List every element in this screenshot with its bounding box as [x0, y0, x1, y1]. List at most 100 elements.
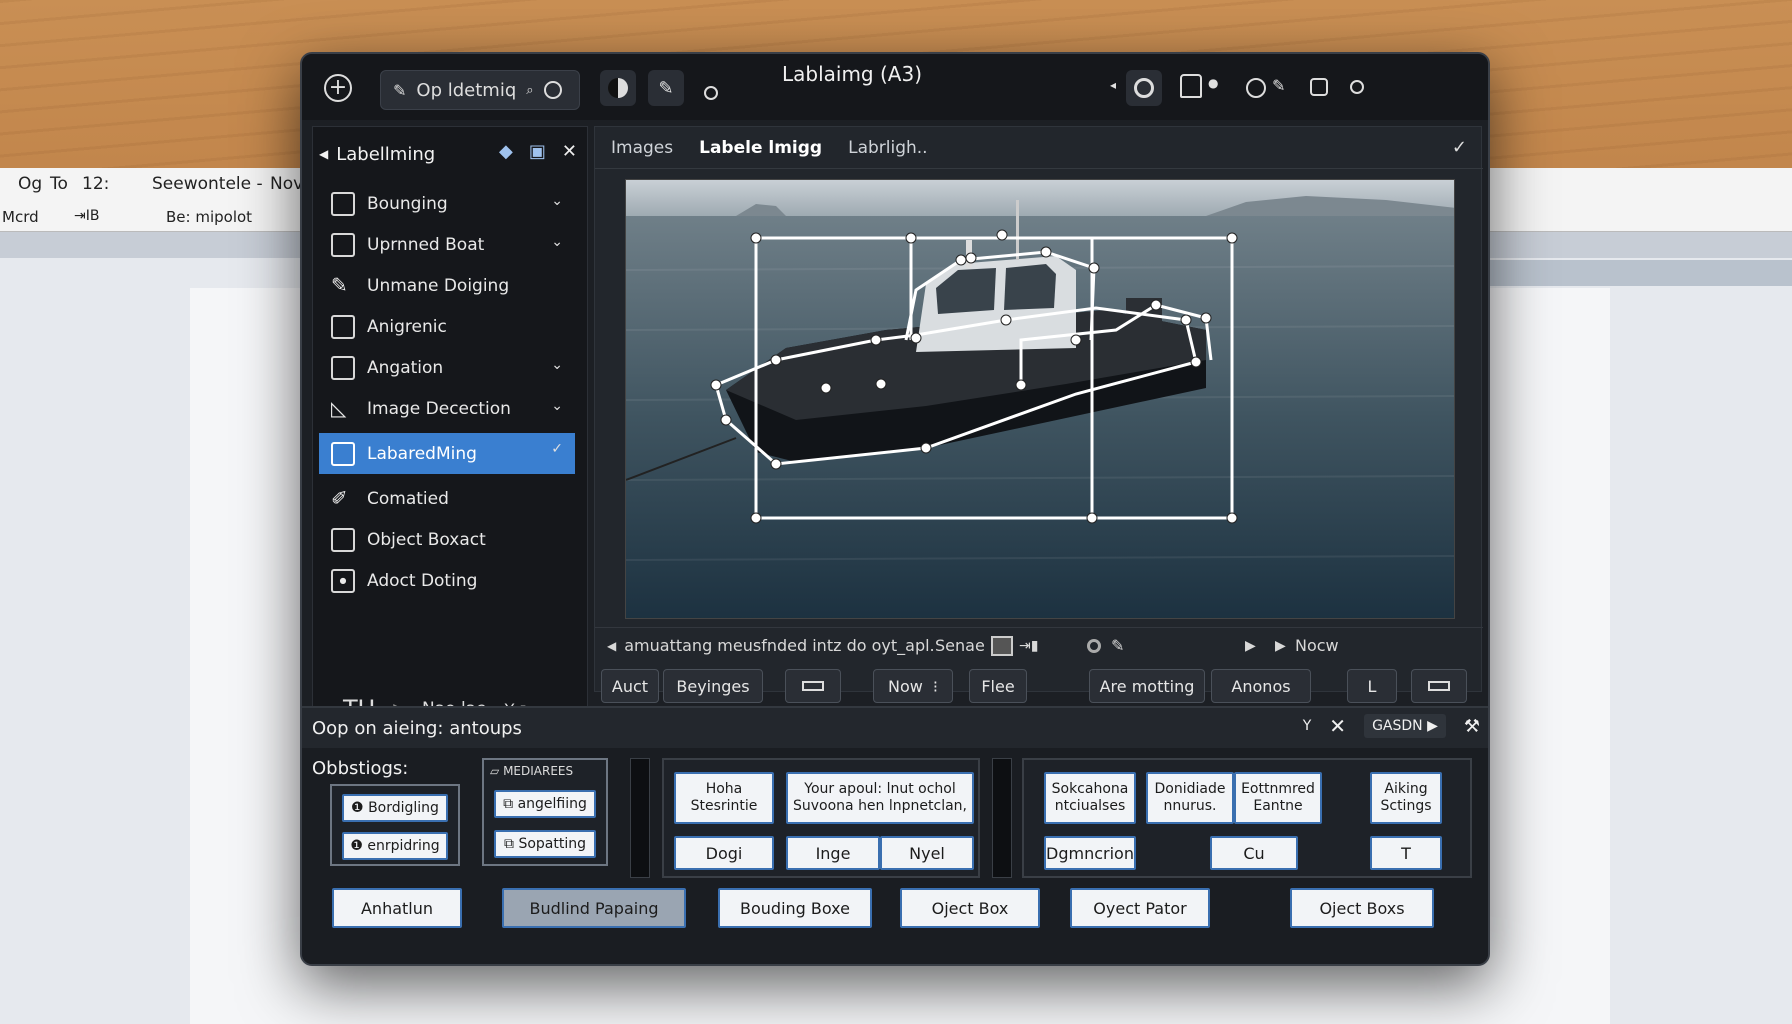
- rectangle-icon: [802, 681, 824, 691]
- sidebar-title: Labellming: [336, 143, 436, 165]
- target-icon[interactable]: [1126, 70, 1162, 106]
- t-button[interactable]: T: [1370, 836, 1442, 870]
- contrast-icon[interactable]: [600, 70, 636, 106]
- close-icon[interactable]: ✕: [1329, 714, 1346, 738]
- sokcahona-button[interactable]: Sokcahona ntciualses: [1044, 772, 1136, 824]
- chevron-down-icon[interactable]: ⌄: [551, 398, 563, 414]
- aiking-sctings-button[interactable]: Aiking Sctings: [1370, 772, 1442, 824]
- button-label: enrpidring: [367, 837, 440, 854]
- anonos-button[interactable]: Anonos: [1211, 669, 1311, 703]
- bag-icon[interactable]: [1180, 74, 1202, 98]
- check-icon[interactable]: ✓: [551, 441, 563, 457]
- sidebar-item-unmane-doiging[interactable]: ✎ Unmane Doiging: [319, 265, 575, 306]
- status-icon[interactable]: [1350, 80, 1364, 94]
- sidebar-item-labaredming[interactable]: LabaredMing ✓: [319, 433, 575, 474]
- sidebar-item-adoct-doting[interactable]: ● Adoct Doting: [319, 560, 575, 601]
- sidebar-item-comatied[interactable]: ✐ Comatied: [319, 478, 575, 519]
- sidebar-item-anigrenic[interactable]: Anigrenic: [319, 306, 575, 347]
- scroll-strip[interactable]: [992, 758, 1012, 878]
- settings-icon[interactable]: [1246, 78, 1266, 98]
- sidebar-item-angation[interactable]: Angation ⌄: [319, 347, 575, 388]
- section-label: Obbstiogs:: [312, 758, 409, 779]
- now-button[interactable]: Now ⁝: [873, 669, 953, 703]
- background-ruler-right: [1490, 260, 1792, 286]
- beyinges-button[interactable]: Beyinges: [663, 669, 763, 703]
- cu-button[interactable]: Cu: [1210, 836, 1298, 870]
- search-input[interactable]: ✎ Op ldetmiq ⌕: [380, 70, 580, 110]
- record-icon[interactable]: [1087, 638, 1101, 653]
- oject-box-button[interactable]: Oject Box: [900, 888, 1040, 928]
- tool-icon[interactable]: ⚒: [1464, 716, 1480, 737]
- window-title: Lablaimg (A3): [781, 62, 922, 86]
- sidebar-item-bounging[interactable]: Bounging ⌄: [319, 183, 575, 224]
- edit-icon[interactable]: ✎: [1272, 76, 1285, 95]
- inge-button[interactable]: Inge: [786, 836, 880, 870]
- check-icon[interactable]: ✓: [1452, 137, 1467, 158]
- panel-button[interactable]: [1411, 669, 1467, 703]
- add-icon[interactable]: +: [324, 74, 352, 102]
- sopatting-button[interactable]: ⧉ Sopatting: [494, 830, 596, 858]
- anhatlun-button[interactable]: Anhatlun: [332, 888, 462, 928]
- chevron-down-icon[interactable]: ⌄: [551, 357, 563, 373]
- sidebar-list: Bounging ⌄ Uprnned Boat ⌄ ✎ Unmane Doiging …: [319, 183, 575, 601]
- gasdn-button[interactable]: GASDN ▶: [1364, 714, 1446, 738]
- filter-icon[interactable]: Y: [1303, 718, 1312, 734]
- pencil-icon: ✎: [393, 80, 407, 100]
- caret-left-icon[interactable]: ◀: [607, 639, 616, 653]
- budlind-papaing-button[interactable]: Budlind Papaing: [502, 888, 686, 928]
- caret-left-icon: ◂: [1110, 78, 1117, 92]
- window-icon[interactable]: [1310, 78, 1328, 96]
- sidebar-item-label: Adoct Doting: [367, 570, 478, 591]
- nyel-button[interactable]: Nyel: [880, 836, 974, 870]
- dgmncrion-button[interactable]: Dgmncrion: [1044, 836, 1136, 870]
- eottnmred-button[interactable]: Eottnmred Eantne: [1234, 772, 1322, 824]
- status-right-label[interactable]: Nocw: [1295, 636, 1339, 655]
- sidebar-item-uprnned-boat[interactable]: Uprnned Boat ⌄: [319, 224, 575, 265]
- scroll-strip[interactable]: [630, 758, 650, 878]
- dot-icon: ●: [1208, 76, 1219, 90]
- rectangle-icon: [1428, 681, 1450, 691]
- auct-button[interactable]: Auct: [601, 669, 659, 703]
- sidebar-item-label: Image Decection: [367, 398, 511, 419]
- oject-boxs-button[interactable]: Oject Boxs: [1290, 888, 1434, 928]
- chevron-down-icon[interactable]: ⌄: [551, 193, 563, 209]
- frame-icon[interactable]: ⇥▮: [1019, 638, 1038, 654]
- info-button[interactable]: Your apoul: lnut ochol Suvoona hen lnpne…: [786, 772, 974, 824]
- play-next-icon[interactable]: ▶: [1275, 638, 1286, 654]
- flee-button[interactable]: Flee: [969, 669, 1027, 703]
- tab-labele-lmigg[interactable]: Labele lmigg: [699, 138, 822, 158]
- sidebar-item-label: Anigrenic: [367, 316, 447, 337]
- image-canvas[interactable]: [625, 179, 1455, 619]
- sidebar-item-label: Angation: [367, 357, 444, 378]
- tab-images[interactable]: Images: [611, 138, 673, 158]
- donidiade-button[interactable]: Donidiade nnurus.: [1146, 772, 1234, 824]
- bg-text: Seewontele -: [152, 174, 263, 194]
- pen-icon[interactable]: ✎: [1111, 636, 1124, 655]
- tab-labrligh[interactable]: Labrligh..: [848, 138, 928, 158]
- panel-icon: [331, 314, 355, 339]
- enrpidring-button[interactable]: ❶ enrpidring: [342, 832, 448, 860]
- sidebar-item-object-boxact[interactable]: Object Boxact: [319, 519, 575, 560]
- close-icon[interactable]: ✕: [562, 141, 577, 162]
- bouding-boxe-button[interactable]: Bouding Boxe: [718, 888, 872, 928]
- image-icon[interactable]: [991, 635, 1013, 656]
- bordigling-button[interactable]: ❶ Bordigling: [342, 794, 448, 822]
- play-icon[interactable]: ▶: [1245, 638, 1256, 654]
- frame-button[interactable]: [785, 669, 841, 703]
- record-icon[interactable]: [704, 86, 718, 100]
- group-header-label: MEDIAREES: [503, 764, 574, 778]
- oyect-pator-button[interactable]: Oyect Pator: [1070, 888, 1210, 928]
- sidebar-item-label: Object Boxact: [367, 529, 486, 550]
- brush-icon[interactable]: ✎: [648, 70, 684, 106]
- angelfiing-button[interactable]: ⧉ angelfiing: [494, 790, 596, 818]
- back-icon[interactable]: ◀: [319, 147, 328, 161]
- pin-icon[interactable]: ◆: [499, 141, 513, 162]
- copy-icon: ⧉: [503, 795, 514, 812]
- l-button[interactable]: L: [1347, 669, 1397, 703]
- chevron-down-icon[interactable]: ⌄: [551, 234, 563, 250]
- dogi-button[interactable]: Dogi: [674, 836, 774, 870]
- are-motting-button[interactable]: Are motting: [1089, 669, 1205, 703]
- layers-icon[interactable]: ▣: [529, 141, 546, 162]
- sidebar-item-image-decection[interactable]: ◺ Image Decection ⌄: [319, 388, 575, 429]
- hoha-stesrintie-button[interactable]: Hoha Stesrintie: [674, 772, 774, 824]
